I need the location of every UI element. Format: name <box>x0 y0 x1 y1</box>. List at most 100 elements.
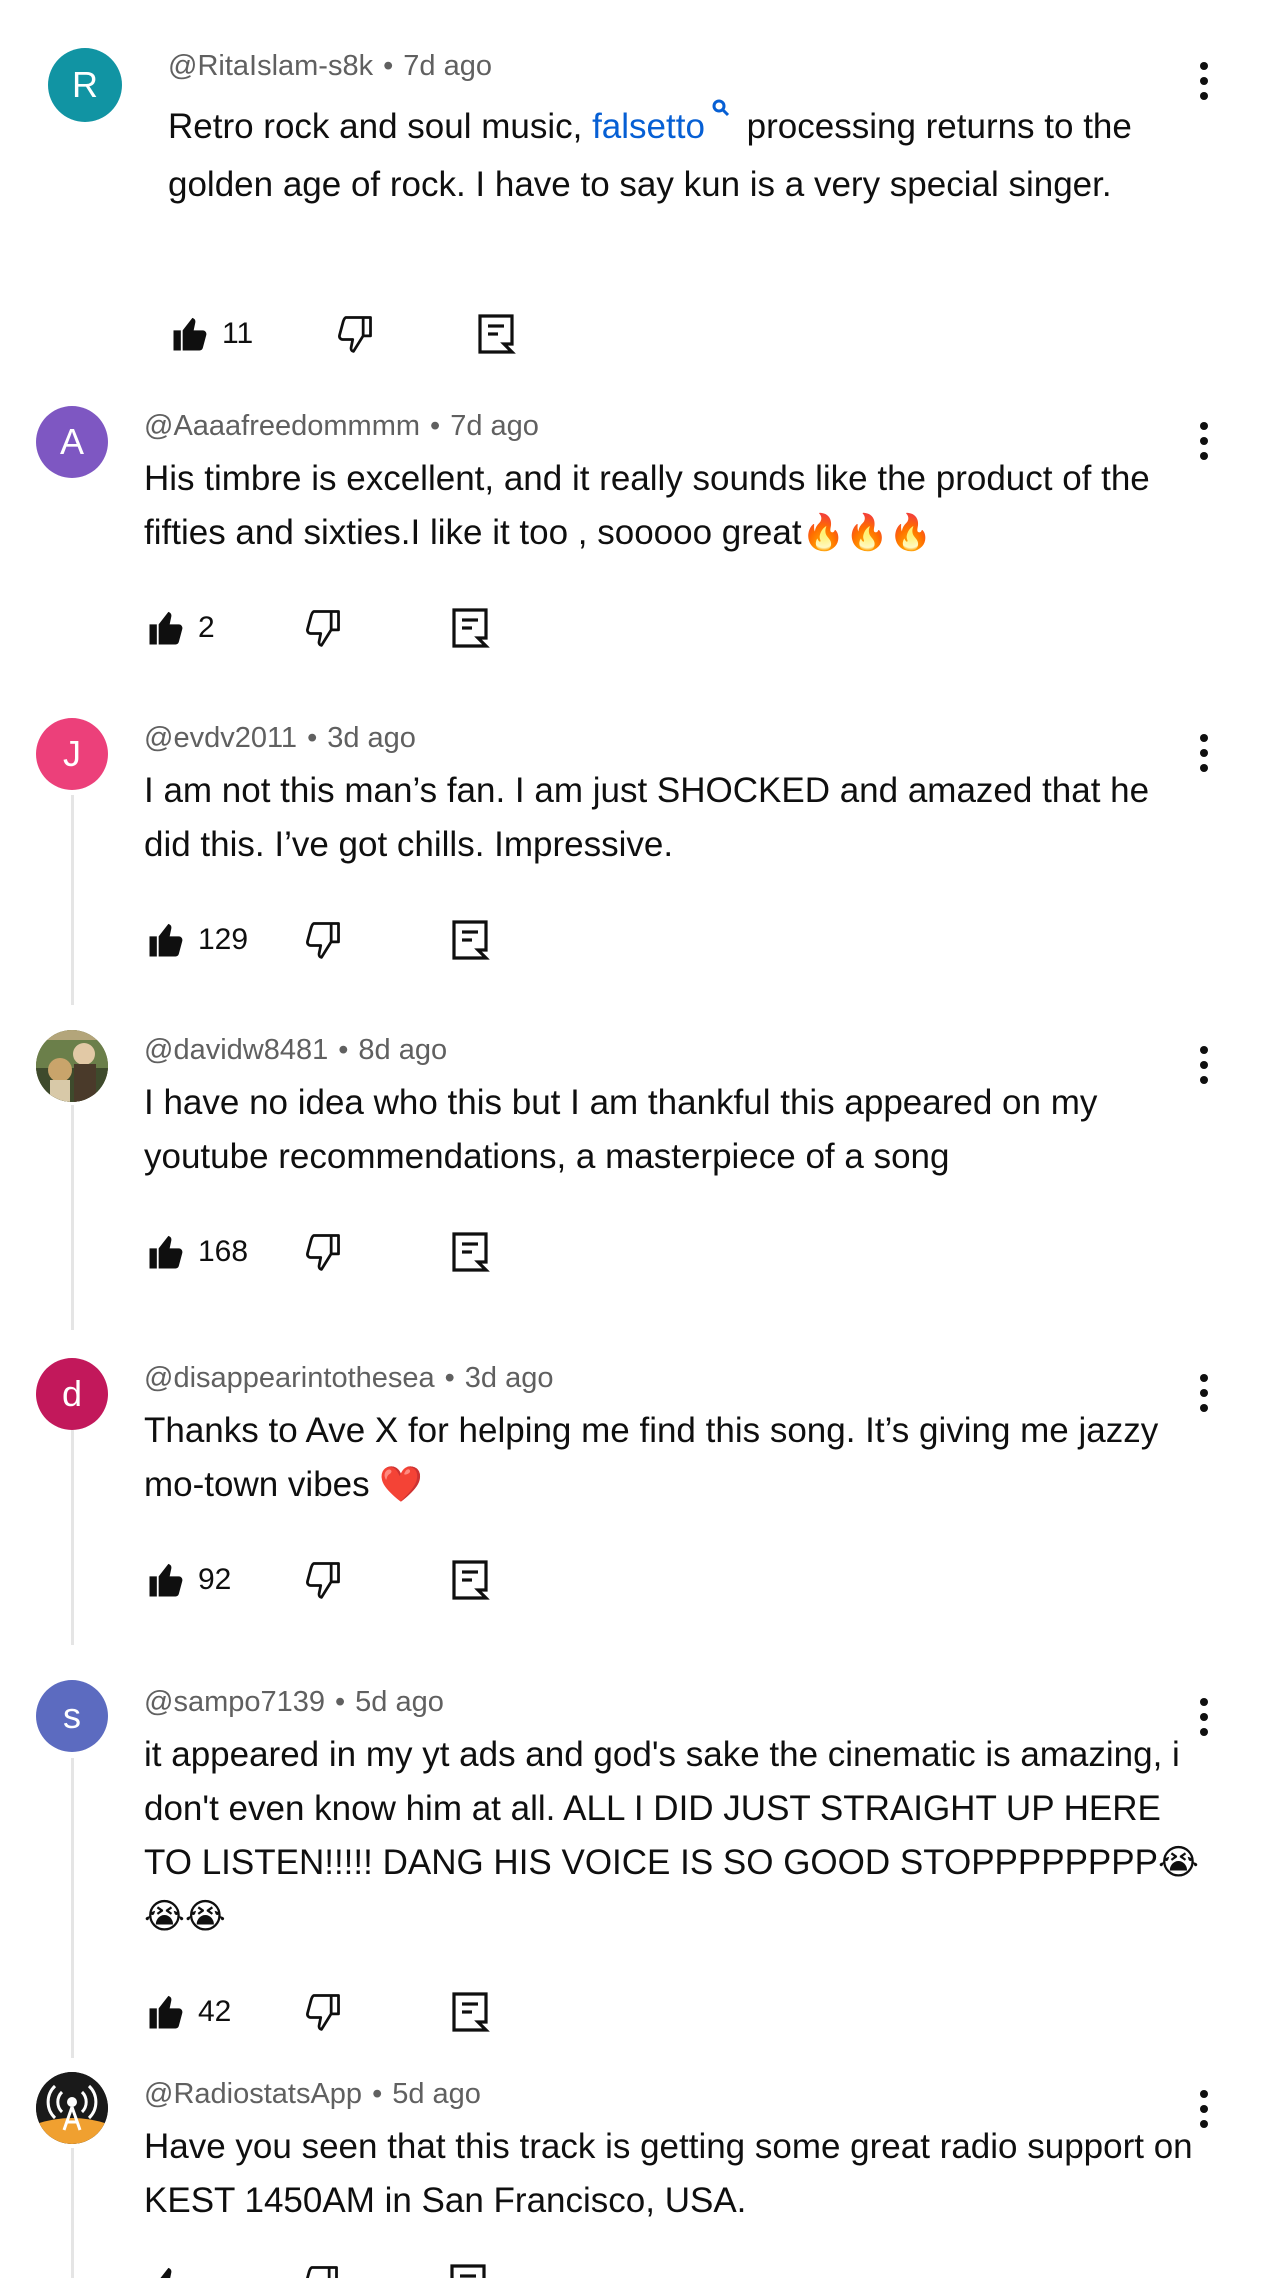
dislike-button[interactable] <box>300 606 344 650</box>
comment-time[interactable]: 7d ago <box>403 50 492 82</box>
thumbs-up-icon <box>149 611 183 645</box>
more-options-button[interactable] <box>1184 1692 1224 1742</box>
avatar[interactable] <box>36 2072 108 2144</box>
more-options-button[interactable] <box>1184 2084 1224 2134</box>
more-options-button[interactable] <box>1184 416 1224 466</box>
like-button[interactable]: 92 <box>144 1558 268 1602</box>
comment-time[interactable]: 3d ago <box>327 722 416 754</box>
comment-handle[interactable]: @RitaIslam-s8k <box>168 50 373 82</box>
reply-button[interactable] <box>450 918 490 962</box>
meta-separator: • <box>444 1362 455 1394</box>
avatar-letter: J <box>63 733 81 774</box>
reply-button[interactable] <box>448 2262 488 2278</box>
reply-button[interactable] <box>450 1990 490 2034</box>
comment-text: Thanks to Ave X for helping me find this… <box>144 1404 1204 1512</box>
user-photo-avatar <box>36 1030 108 1102</box>
like-button[interactable]: 42 <box>144 1990 268 2034</box>
avatar[interactable]: s <box>36 1680 108 1752</box>
dislike-button[interactable] <box>298 2262 342 2278</box>
more-vert-icon <box>1200 1698 1208 1736</box>
avatar-letter: d <box>61 1373 83 1414</box>
comment-time[interactable]: 3d ago <box>465 1362 554 1394</box>
thumbs-down-icon <box>306 1562 340 1599</box>
avatar[interactable]: R <box>48 48 122 122</box>
dislike-button[interactable] <box>300 1990 344 2034</box>
comment-handle[interactable]: @Aaaafreedommmm <box>144 410 420 442</box>
thumbs-up-icon <box>149 1235 183 1269</box>
comment-time[interactable]: 5d ago <box>392 2078 481 2110</box>
avatar[interactable] <box>36 1030 108 1102</box>
thumbs-down-icon <box>306 2266 338 2278</box>
like-button[interactable]: 11 <box>168 312 292 356</box>
like-button[interactable]: 2 <box>144 606 268 650</box>
comment-meta: @davidw8481 • 8d ago <box>144 1034 447 1067</box>
meta-separator: • <box>307 722 318 754</box>
reply-icon <box>452 1232 490 1272</box>
comment-text: His timbre is excellent, and it really s… <box>144 452 1204 560</box>
comment-text-part: Retro rock and soul music, <box>168 107 593 146</box>
comment-text-part: it appeared in my yt ads and god's sake … <box>144 1735 1180 1882</box>
comment-handle[interactable]: @sampo7139 <box>144 1686 325 1718</box>
comment-handle[interactable]: @RadiostatsApp <box>144 2078 362 2110</box>
fire-emoji: 🔥🔥🔥 <box>801 513 933 553</box>
comment-time[interactable]: 5d ago <box>355 1686 444 1718</box>
comment-time[interactable]: 7d ago <box>450 410 539 442</box>
like-button[interactable] <box>144 2262 188 2278</box>
comment-handle[interactable]: @evdv2011 <box>144 722 297 754</box>
reply-button[interactable] <box>450 606 490 650</box>
avatar[interactable]: d <box>36 1358 108 1430</box>
comment-meta: @RitaIslam-s8k • 7d ago <box>168 50 492 83</box>
reply-button[interactable] <box>450 1230 490 1274</box>
comment-meta: @Aaaafreedommmm • 7d ago <box>144 410 539 443</box>
search-link[interactable]: falsetto <box>592 107 705 146</box>
like-count: 42 <box>198 1995 232 2028</box>
reply-icon <box>452 920 490 960</box>
more-options-button[interactable] <box>1184 56 1224 106</box>
comment-meta: @sampo7139 • 5d ago <box>144 1686 444 1719</box>
reply-icon <box>452 608 490 648</box>
comment-text-part: I have no idea who this but I am thankfu… <box>144 1083 1098 1176</box>
comment-time[interactable]: 8d ago <box>358 1034 447 1066</box>
dislike-button[interactable] <box>300 1230 344 1274</box>
comment-text: it appeared in my yt ads and god's sake … <box>144 1728 1204 1944</box>
reply-button[interactable] <box>450 1558 490 1602</box>
more-vert-icon <box>1200 734 1208 772</box>
heart-emoji: ❤️ <box>379 1465 423 1505</box>
more-options-button[interactable] <box>1184 1040 1224 1090</box>
dislike-button[interactable] <box>300 918 344 962</box>
comment-actions: 168 <box>144 1222 490 1282</box>
comment-text: I have no idea who this but I am thankfu… <box>144 1076 1204 1184</box>
comment-text-part: Thanks to Ave X for helping me find this… <box>144 1411 1159 1504</box>
comment-text-part: His timbre is excellent, and it really s… <box>144 459 1150 552</box>
meta-separator: • <box>372 2078 383 2110</box>
comment-actions: 92 <box>144 1550 490 1610</box>
dislike-button[interactable] <box>332 312 376 356</box>
reply-icon <box>478 314 516 354</box>
like-button[interactable]: 168 <box>144 1230 268 1274</box>
search-icon[interactable] <box>711 98 731 118</box>
more-options-button[interactable] <box>1184 1368 1224 1418</box>
dislike-button[interactable] <box>300 1558 344 1602</box>
comment-handle[interactable]: @davidw8481 <box>144 1034 328 1066</box>
like-button[interactable]: 129 <box>144 918 268 962</box>
thumbs-down-icon <box>306 1994 340 2031</box>
comment-actions: 2 <box>144 598 490 658</box>
comment-text: Retro rock and soul music, falsetto proc… <box>168 98 1198 214</box>
thread-line <box>71 2148 74 2278</box>
reply-button[interactable] <box>476 312 516 356</box>
meta-separator: • <box>383 50 394 82</box>
thumbs-up-icon <box>160 2267 172 2278</box>
comment-text-part: Have you seen that this track is getting… <box>144 2127 1193 2220</box>
thread-line <box>71 795 74 1005</box>
avatar[interactable]: A <box>36 406 108 478</box>
reply-icon <box>452 1992 490 2032</box>
thumbs-down-icon <box>306 1234 340 1271</box>
avatar-letter: R <box>72 64 98 105</box>
thumbs-up-icon <box>149 1563 183 1597</box>
comment-text: I am not this man’s fan. I am just SHOCK… <box>144 764 1204 872</box>
comment-handle[interactable]: @disappearintothesea <box>144 1362 435 1394</box>
avatar[interactable]: J <box>36 718 108 790</box>
more-options-button[interactable] <box>1184 728 1224 778</box>
comment-actions: 42 <box>144 1982 490 2042</box>
comment-meta: @RadiostatsApp • 5d ago <box>144 2078 481 2111</box>
